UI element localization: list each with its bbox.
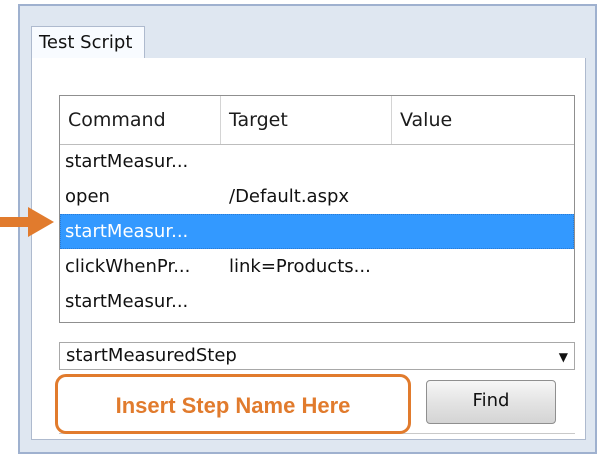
- value-cell: [399, 214, 569, 249]
- command-cell: startMeasur...: [65, 291, 189, 312]
- find-button[interactable]: Find: [426, 380, 556, 424]
- table-row[interactable]: startMeasur...: [60, 284, 574, 319]
- command-cell: startMeasur...: [65, 151, 189, 172]
- column-header-target[interactable]: Target: [221, 96, 392, 144]
- tab-test-script[interactable]: Test Script: [31, 26, 145, 58]
- arrow-right-icon: [0, 207, 54, 237]
- command-select[interactable]: startMeasuredStep ▼: [59, 342, 575, 370]
- command-cell: startMeasur...: [65, 221, 189, 242]
- target-cell: [229, 284, 389, 319]
- table-row[interactable]: clickWhenPr... link=Products...: [60, 249, 574, 284]
- value-cell: [399, 144, 569, 179]
- column-header-command[interactable]: Command: [60, 96, 221, 144]
- target-cell: link=Products...: [229, 256, 371, 277]
- command-select-value: startMeasuredStep: [66, 345, 237, 366]
- instruction-callout: Insert Step Name Here: [55, 374, 411, 434]
- table-row[interactable]: open /Default.aspx: [60, 179, 574, 214]
- tab-label: Test Script: [39, 32, 133, 53]
- command-cell: open: [65, 186, 110, 207]
- value-cell: [399, 249, 569, 284]
- value-cell: [399, 284, 569, 319]
- commands-table[interactable]: Command Target Value startMeasur... open…: [59, 95, 575, 323]
- table-row-selected[interactable]: startMeasur...: [60, 214, 574, 249]
- table-rows: startMeasur... open /Default.aspx startM…: [60, 144, 574, 319]
- column-header-value[interactable]: Value: [392, 96, 574, 144]
- table-header: Command Target Value: [60, 96, 574, 145]
- table-row[interactable]: startMeasur...: [60, 144, 574, 179]
- target-cell: /Default.aspx: [229, 186, 350, 207]
- chevron-down-icon[interactable]: ▼: [559, 344, 568, 370]
- command-cell: clickWhenPr...: [65, 256, 191, 277]
- target-cell: [229, 144, 389, 179]
- value-cell: [399, 179, 569, 214]
- target-cell: [229, 214, 389, 249]
- callout-text: Insert Step Name Here: [115, 393, 351, 418]
